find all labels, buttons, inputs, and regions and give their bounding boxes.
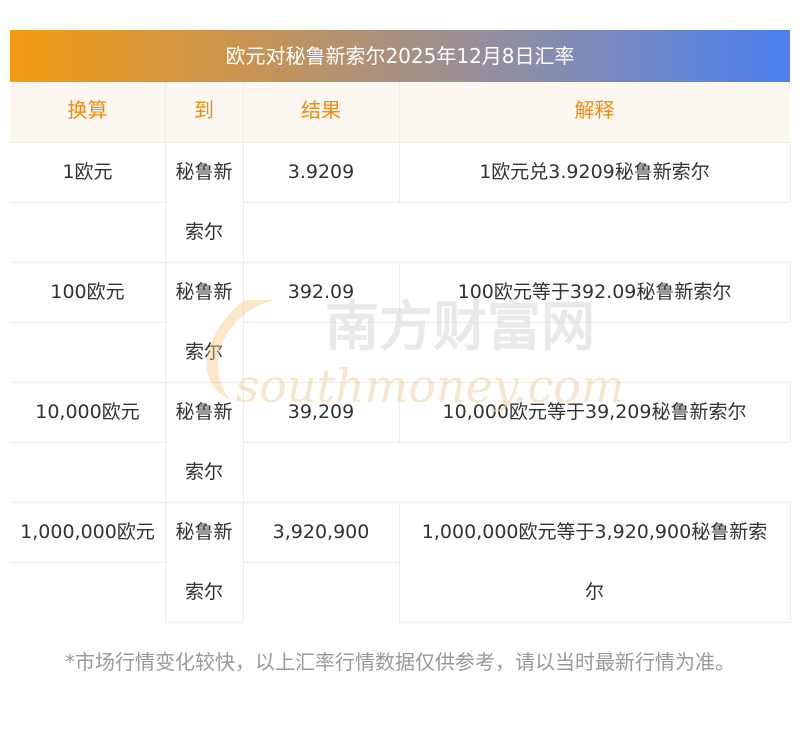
- cell-explain: 尔: [584, 581, 604, 603]
- cell-to: 秘鲁新: [175, 521, 233, 543]
- cell-result: 392.09: [287, 281, 355, 303]
- cell-from: 10,000欧元: [35, 401, 140, 423]
- row-divider: [243, 442, 399, 443]
- cell-result: 3,920,900: [272, 521, 370, 543]
- header-result: 结果: [301, 98, 341, 122]
- row-divider: [10, 322, 165, 323]
- row-divider: [165, 622, 243, 623]
- table-title: 欧元对秘鲁新索尔2025年12月8日汇率: [10, 30, 790, 82]
- cell-to: 秘鲁新: [175, 401, 233, 423]
- cell-from: 100欧元: [50, 281, 125, 303]
- disclaimer-note: *市场行情变化较快，以上汇率行情数据仅供参考，请以当时最新行情为准。: [65, 650, 735, 674]
- cell-to: 秘鲁新: [175, 281, 233, 303]
- col-divider: [790, 262, 791, 322]
- cell-from: 1欧元: [62, 161, 113, 183]
- header-divider: [399, 82, 400, 142]
- col-divider: [790, 382, 791, 442]
- cell-explain: 100欧元等于392.09秘鲁新索尔: [457, 281, 732, 303]
- cell-explain: 1欧元兑3.9209秘鲁新索尔: [479, 161, 710, 183]
- cell-result: 39,209: [287, 401, 355, 423]
- cell-to: 索尔: [184, 581, 223, 603]
- row-divider: [243, 322, 399, 323]
- row-divider: [399, 442, 790, 443]
- row-divider: [243, 562, 399, 563]
- header-divider: [243, 82, 244, 142]
- col-divider: [790, 562, 791, 622]
- header-convert: 换算: [67, 98, 108, 122]
- cell-explain: 10,000欧元等于39,209秘鲁新索尔: [442, 401, 747, 423]
- header-explain: 解释: [574, 98, 615, 122]
- table-header-row: 换算 到 结果 解释: [10, 82, 790, 142]
- cell-from: 1,000,000欧元: [20, 521, 155, 543]
- row-divider: [399, 622, 790, 623]
- row-divider: [399, 322, 790, 323]
- cell-to: 索尔: [184, 341, 223, 363]
- cell-to: 索尔: [184, 461, 223, 483]
- cell-to: 秘鲁新: [175, 161, 233, 183]
- row-divider: [243, 202, 399, 203]
- cell-explain: 1,000,000欧元等于3,920,900秘鲁新索: [421, 521, 768, 543]
- header-divider: [165, 82, 166, 142]
- cell-result: 3.9209: [287, 161, 355, 183]
- cell-to: 索尔: [184, 221, 223, 243]
- row-divider: [10, 562, 165, 563]
- row-divider: [10, 442, 165, 443]
- row-divider: [399, 202, 790, 203]
- header-to: 到: [194, 98, 214, 122]
- row-divider: [10, 202, 165, 203]
- col-divider: [790, 502, 791, 562]
- col-divider: [790, 142, 791, 202]
